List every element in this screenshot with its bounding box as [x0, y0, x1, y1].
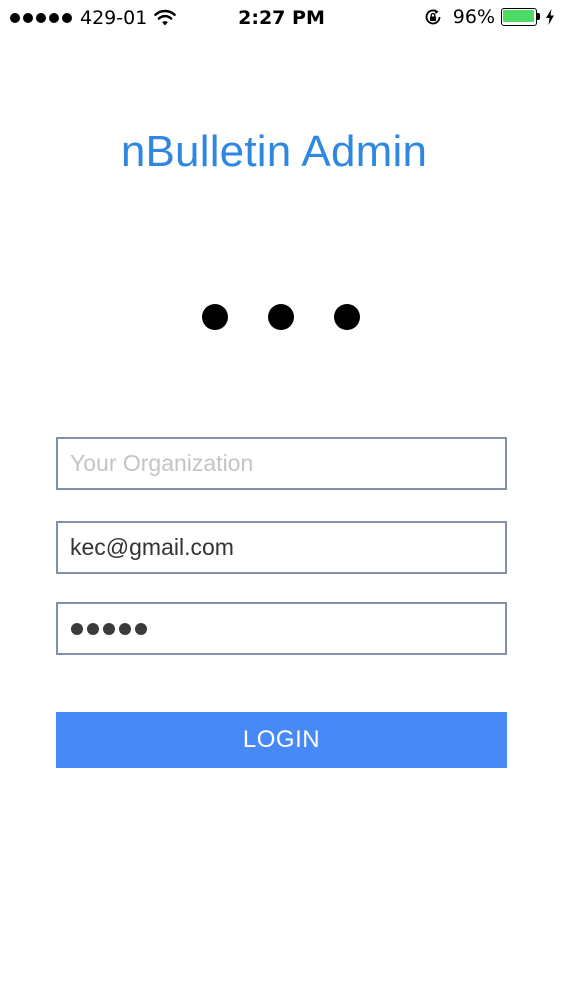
password-dot [135, 622, 147, 635]
charging-bolt-icon [546, 9, 554, 25]
status-bar: 429-01 2:27 PM 96% [0, 0, 563, 36]
email-field[interactable] [56, 521, 507, 574]
password-dot [119, 622, 131, 635]
loading-dots-icon [202, 304, 362, 332]
organization-field[interactable] [56, 437, 507, 490]
organization-input[interactable] [58, 439, 505, 488]
rotation-lock-icon [425, 9, 441, 25]
loading-dot [268, 304, 294, 330]
password-mask [71, 604, 147, 653]
battery-level-fill [503, 10, 534, 22]
password-field[interactable] [56, 602, 507, 655]
email-input[interactable] [58, 523, 505, 572]
login-button[interactable]: LOGIN [56, 712, 507, 768]
password-dot [71, 622, 83, 635]
loading-dot [202, 304, 228, 330]
app-title: nBulletin Admin [120, 127, 428, 176]
password-dot [103, 622, 115, 635]
password-dot [87, 622, 99, 635]
battery-percentage: 96% [452, 6, 495, 28]
battery-icon [501, 8, 541, 26]
loading-dot [334, 304, 360, 330]
status-right: 96% [423, 6, 555, 28]
